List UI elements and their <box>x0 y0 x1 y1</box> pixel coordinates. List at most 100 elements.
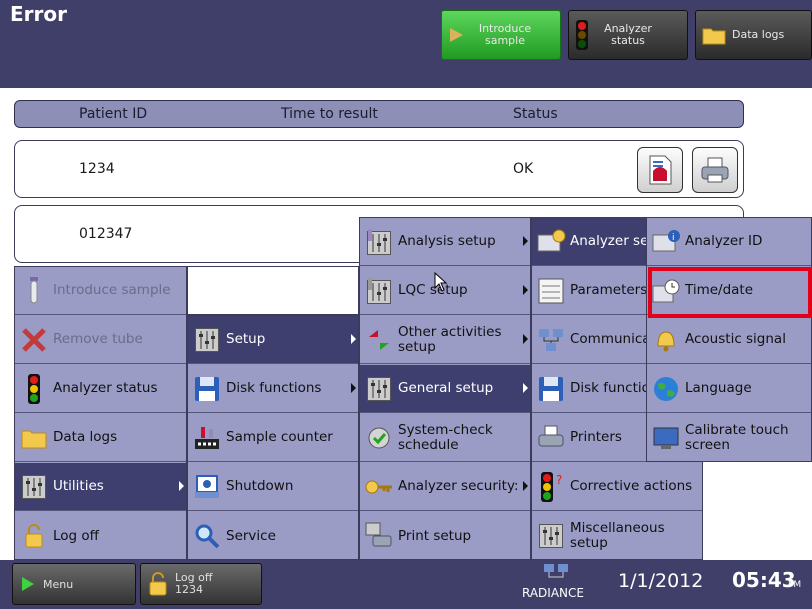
menu-item-label: Remove tube <box>53 331 143 347</box>
sliders-icon <box>364 374 394 404</box>
menu-item-label: Disk functio <box>570 380 650 396</box>
menu-item-shutdown[interactable]: Shutdown <box>188 463 358 511</box>
log-off-text: Log off 1234 <box>175 572 212 596</box>
brand-label: RADIANCE <box>522 586 584 600</box>
submenu-arrow-icon <box>179 481 184 491</box>
introduce-sample-label: Introduce sample <box>478 22 532 47</box>
menu-item-remove-tube[interactable]: Remove tube <box>15 316 186 364</box>
menu-item-analyzer-id[interactable]: i Analyzer ID <box>647 218 811 266</box>
print-button[interactable] <box>692 147 738 193</box>
sliders-icon <box>192 325 222 355</box>
floppy-disk-icon <box>192 374 222 404</box>
menu-item-general-setup[interactable]: General setup <box>360 365 530 413</box>
menu-item-calibrate-touch-screen[interactable]: Calibrate touch screen <box>647 414 811 462</box>
menu-item-label: Service <box>226 527 276 544</box>
menu-blank-area <box>187 266 359 315</box>
menu-item-label: Printers <box>570 429 622 445</box>
menu-item-analyzer-security[interactable]: Analyzer security: <box>360 463 530 511</box>
menu-item-label: Calibrate touch screen <box>685 422 789 453</box>
menu-item-label: Analyzer ID <box>685 233 763 249</box>
menu-item-analysis-setup[interactable]: Analysis setup <box>360 218 530 266</box>
patient-id-cell: 1234 <box>79 161 115 177</box>
menu-item-label: Corrective actions <box>570 478 693 494</box>
menu-item-print-setup[interactable]: Print setup <box>360 512 530 560</box>
menu-item-sample-counter[interactable]: Sample counter <box>188 414 358 462</box>
menu-item-label: Other activities setup <box>398 323 502 355</box>
column-header-status: Status <box>513 106 558 122</box>
data-logs-button[interactable]: Data logs <box>695 10 812 60</box>
tube-icon <box>19 276 49 306</box>
traffic-light-icon <box>576 20 588 50</box>
svg-text:?: ? <box>556 473 562 487</box>
menu-item-label: General setup <box>398 380 494 396</box>
menu-item-acoustic-signal[interactable]: Acoustic signal <box>647 316 811 364</box>
log-off-user: 1234 <box>175 583 203 596</box>
folder-icon <box>702 28 726 45</box>
menu-item-setup[interactable]: Setup <box>188 316 358 364</box>
menu-item-language[interactable]: Language <box>647 365 811 413</box>
patient-table-header: Patient ID Time to result Status <box>14 100 744 128</box>
menu-item-label: Print setup <box>398 527 472 544</box>
padlock-icon <box>149 572 167 596</box>
submenu-arrow-icon <box>351 334 356 344</box>
menu-item-introduce-sample[interactable]: Introduce sample <box>15 267 186 315</box>
report-button[interactable] <box>637 147 683 193</box>
menu-item-service[interactable]: Service <box>188 512 358 560</box>
menu-item-data-logs[interactable]: Data logs <box>15 414 186 462</box>
time-display: 05:43 <box>732 568 796 592</box>
traffic-light-icon <box>19 373 49 404</box>
keys-icon <box>364 472 394 502</box>
traffic-question-icon: ? <box>536 471 566 502</box>
folder-icon <box>19 423 49 453</box>
status-cell: OK <box>513 161 534 177</box>
submenu-arrow-icon <box>523 383 528 393</box>
globe-icon <box>651 374 681 404</box>
main-menu: Introduce sample Remove tube Analyzer st… <box>14 266 187 560</box>
menu-item-other-activities-setup[interactable]: Other activities setup <box>360 316 530 364</box>
counter-icon <box>192 423 222 453</box>
printer-icon <box>536 423 566 453</box>
table-row[interactable]: 1234 OK <box>14 140 744 198</box>
menu-item-label: Setup <box>226 331 266 347</box>
utilities-submenu: Setup Disk functions Sample counter Shut… <box>187 315 359 560</box>
submenu-arrow-icon <box>523 481 528 491</box>
analyzer-id-icon: i <box>651 227 681 257</box>
menu-item-analyzer-status[interactable]: Analyzer status <box>15 365 186 413</box>
menu-item-miscellaneous-setup[interactable]: Miscellaneous setup <box>532 512 702 560</box>
menu-item-label: Shutdown <box>226 478 294 494</box>
bell-icon <box>651 325 681 355</box>
menu-item-log-off[interactable]: Log off <box>15 512 186 560</box>
setup-submenu: Analysis setup LQC setup Other activitie… <box>359 217 531 560</box>
menu-button[interactable]: Menu <box>12 563 136 605</box>
menu-button-label: Menu <box>43 577 74 591</box>
sliders-icon <box>536 521 566 551</box>
printer-icon <box>701 157 729 183</box>
menu-item-utilities[interactable]: Utilities <box>15 463 186 511</box>
menu-item-system-check-schedule[interactable]: System-check schedule <box>360 414 530 462</box>
menu-item-label: LQC setup <box>398 282 468 298</box>
print-setup-icon <box>364 521 394 551</box>
sliders-icon <box>364 227 394 257</box>
top-bar <box>0 0 812 88</box>
menu-item-label: Analyzer status <box>53 380 158 396</box>
menu-item-label: Acoustic signal <box>685 331 786 347</box>
log-off-button[interactable]: Log off 1234 <box>140 563 262 605</box>
play-icon <box>450 28 463 42</box>
svg-text:i: i <box>672 233 675 243</box>
system-check-icon <box>364 423 394 453</box>
menu-item-disk-functions[interactable]: Disk functions <box>188 365 358 413</box>
analyzer-status-button[interactable]: Analyzer status <box>568 10 688 60</box>
submenu-arrow-icon <box>523 285 528 295</box>
analyzer-settings-submenu: i Analyzer ID Time/date Acoustic signal … <box>646 217 812 462</box>
submenu-arrow-icon <box>351 383 356 393</box>
menu-item-label: Communica <box>570 331 651 347</box>
report-document-icon <box>649 155 672 185</box>
menu-item-label: Language <box>685 380 752 396</box>
page-title: Error <box>10 2 67 26</box>
menu-item-label: Miscellaneous setup <box>570 520 665 551</box>
menu-item-label: System-check schedule <box>398 421 493 453</box>
parameters-icon <box>536 276 566 306</box>
menu-item-corrective-actions[interactable]: ? Corrective actions <box>532 463 702 511</box>
introduce-sample-button[interactable]: Introduce sample <box>441 10 561 60</box>
sliders-icon <box>19 472 49 502</box>
